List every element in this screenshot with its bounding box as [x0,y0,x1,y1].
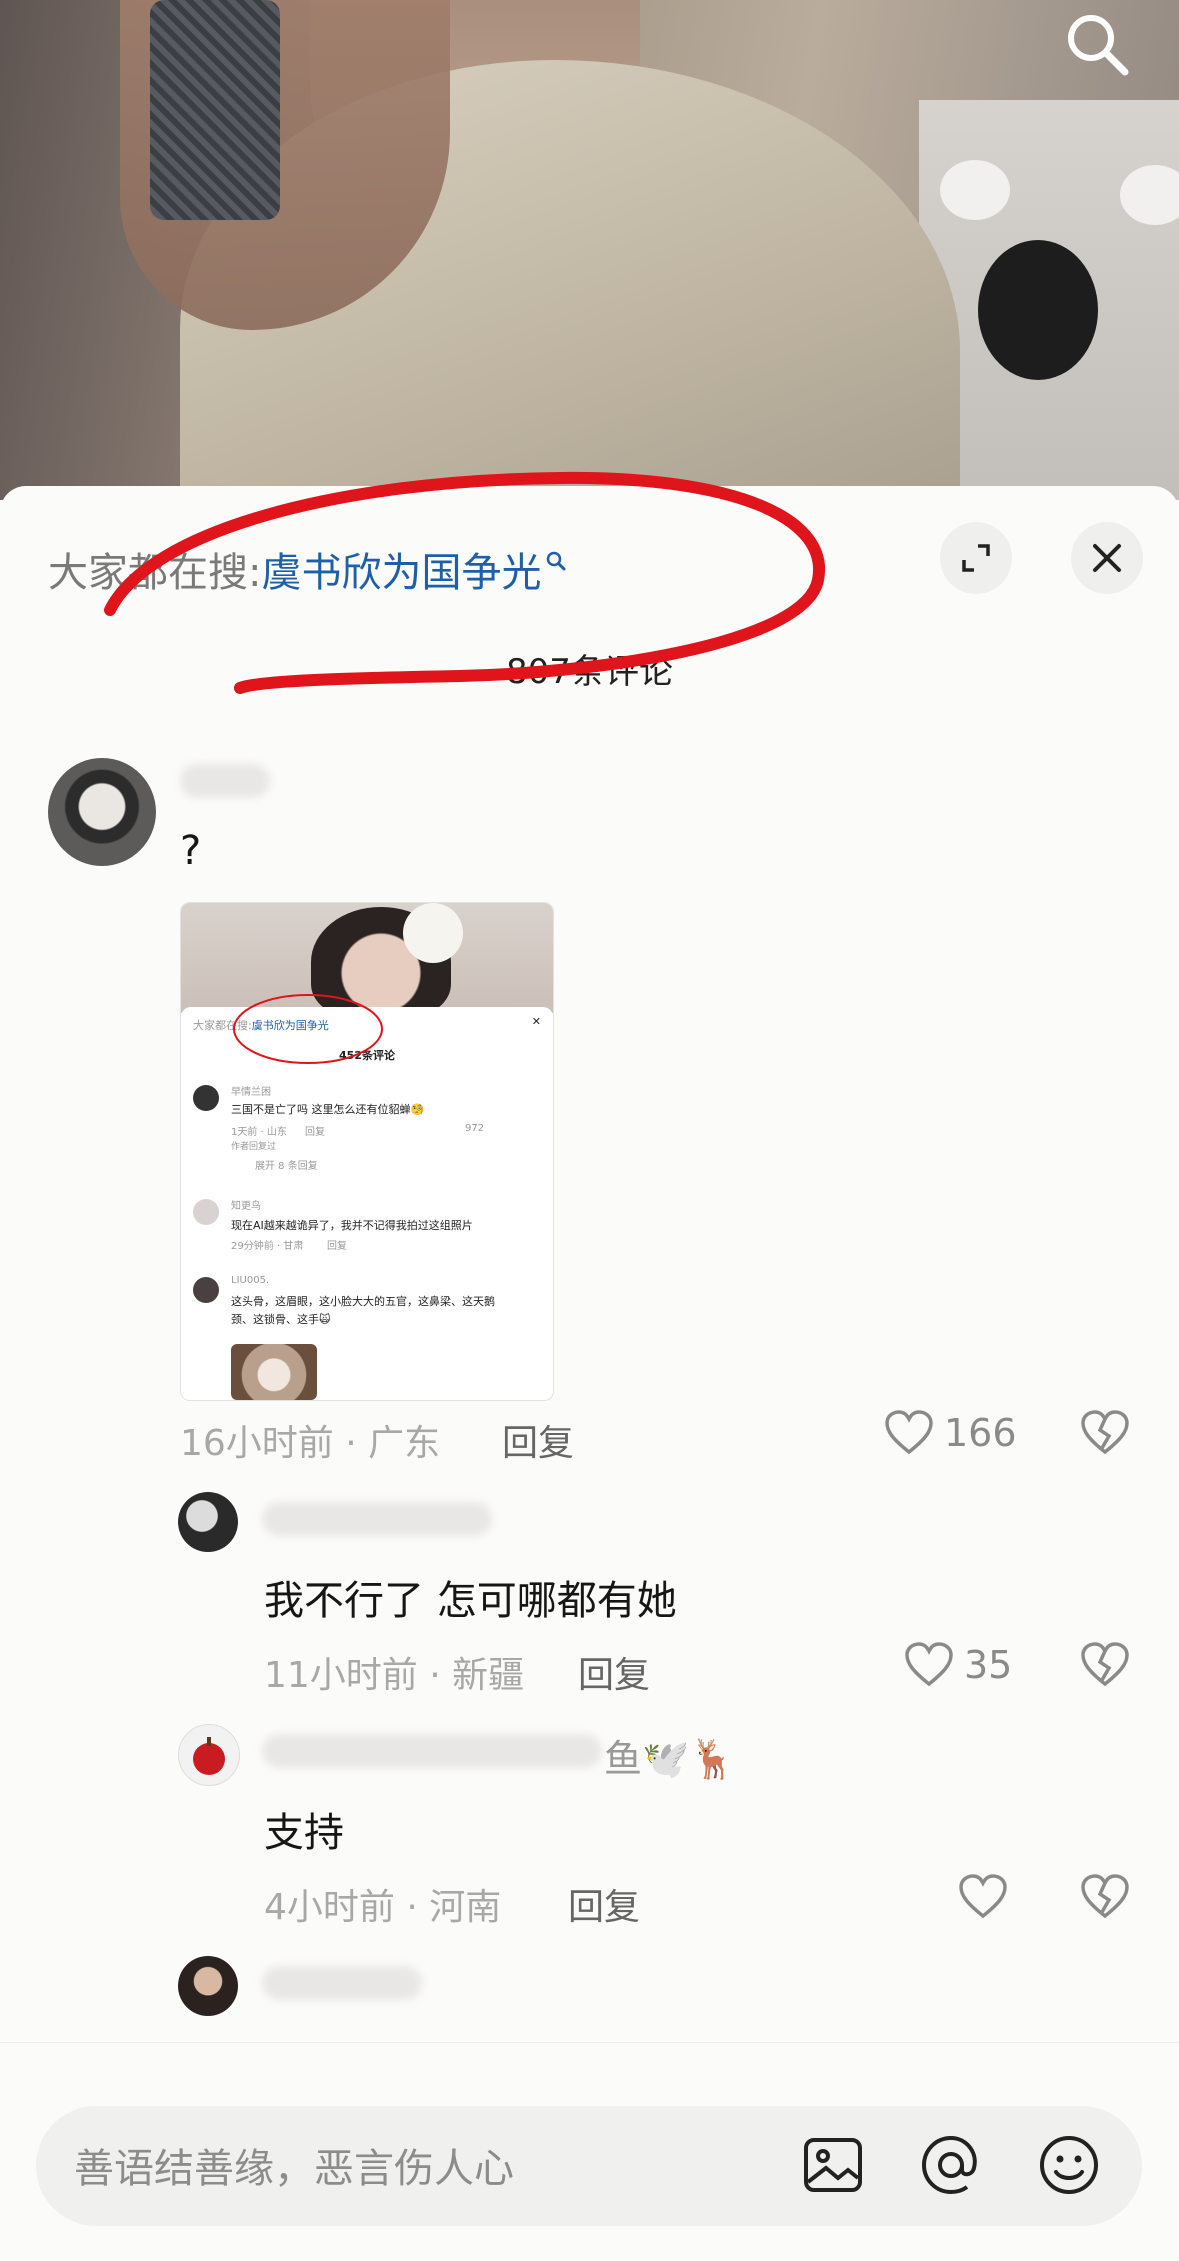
thumb-comment-text: 这头骨，这眉眼，这小脸大大的五官，这鼻梁、这天鹅 [231,1295,495,1308]
comment-text: 支持 [264,1810,344,1856]
avatar[interactable] [48,758,156,866]
trending-term-link[interactable]: 虞书欣为国争光 [261,550,541,596]
reply-button[interactable]: 回复 [502,1414,574,1466]
avatar[interactable] [178,1956,238,2016]
like-button[interactable]: 35 [904,1642,1012,1688]
search-icon [547,551,566,571]
thumb-comment-text: 现在AI越来越诡异了，我并不记得我拍过这组照片 [231,1219,473,1232]
heart-broken-icon [1081,1874,1129,1919]
username-suffix: 鱼🕊️🦌 [604,1737,737,1781]
dislike-button[interactable] [1080,1642,1130,1692]
blurred-username [262,1502,492,1536]
reply-button[interactable]: 回复 [568,1878,640,1930]
trending-search: 大家都在搜:虞书欣为国争光 [48,540,567,598]
thumb-meta: 1天前 · 山东 [231,1127,287,1138]
avatar[interactable] [178,1492,238,1552]
emoji-icon [1040,2136,1098,2194]
comment-text: ? [180,828,202,874]
blurred-username [262,1966,422,2000]
thumb-author-tag: 作者回复过 [231,1142,277,1152]
comment-sheet [0,486,1179,2261]
divider [0,2042,1179,2043]
like-count: 166 [944,1411,1017,1455]
blurred-username [262,1734,602,1768]
close-button[interactable] [1071,522,1143,594]
search-icon [1068,15,1129,76]
image-icon [804,2138,862,2192]
at-icon [921,2135,977,2195]
comment-time-location: 4小时前 · 河南 [264,1887,502,1928]
comment-image[interactable]: 大家都在搜:虞书欣为国争光 452条评论 ✕ 早情兰困 三国不是亡了吗 这里怎么… [180,902,554,1401]
thumb-avatar [193,1199,219,1225]
like-button[interactable]: 166 [884,1410,1017,1456]
heart-icon [905,1642,953,1687]
like-count: 35 [964,1643,1013,1687]
thumb-expand-replies: 展开 8 条回复 [255,1161,318,1172]
thumb-avatar [193,1277,219,1303]
heart-broken-icon [1081,1410,1129,1455]
expand-button[interactable] [940,522,1012,594]
thumb-likes: 972 [465,1123,485,1134]
dislike-button[interactable] [1080,1874,1130,1924]
comment-count: 807条评论 [506,652,673,692]
thumb-trending-term: 虞书欣为国争光 [251,1019,329,1032]
thumb-flower [403,903,463,963]
dislike-button[interactable] [1080,1410,1130,1460]
thumb-comment-text: 颈、这锁骨、这手🙀 [231,1313,331,1326]
thumb-avatar [193,1085,219,1111]
thumb-comment-count: 452条评论 [339,1049,395,1062]
expand-icon [962,544,990,572]
search-button[interactable] [1059,8,1139,78]
mention-button[interactable] [918,2132,984,2198]
apple-avatar-icon [193,1737,225,1775]
like-button[interactable] [958,1874,1018,1920]
image-button[interactable] [800,2132,866,2198]
thumb-meta: 29分钟前 · 甘肃 [231,1241,304,1252]
thumb-close-icon: ✕ [531,1015,541,1028]
reply-button[interactable]: 回复 [578,1646,650,1698]
heart-icon [959,1874,1007,1919]
heart-icon [885,1410,933,1455]
emoji-button[interactable] [1036,2132,1102,2198]
thumb-trending-prefix: 大家都在搜: [193,1019,252,1032]
heart-broken-icon [1081,1642,1129,1687]
comment-text: 我不行了 怎可哪都有她 [264,1578,677,1624]
blurred-username [180,764,270,798]
close-icon [1093,544,1121,572]
thumb-username: 早情兰困 [231,1087,271,1098]
thumb-username: LIU005. [231,1275,270,1286]
comment-time-location: 11小时前 · 新疆 [264,1655,525,1696]
comment-input[interactable]: 善语结善缘，恶言伤人心 [74,2136,514,2194]
wall-hook [940,160,1010,220]
video-background-photo [0,0,1179,500]
photo-phone [150,0,280,220]
avatar[interactable] [178,1724,240,1786]
round-object [978,240,1098,380]
comment-time-location: 16小时前 · 广东 [180,1423,441,1464]
thumb-cat-image [231,1344,317,1400]
thumb-trending: 大家都在搜:虞书欣为国争光 [193,1017,329,1033]
thumb-reply: 回复 [305,1127,325,1138]
thumb-comment-text: 三国不是亡了吗 这里怎么还有位貂蝉🧐 [231,1103,425,1116]
thumb-reply: 回复 [327,1241,347,1252]
trending-prefix: 大家都在搜: [48,550,262,596]
thumb-username: 知更鸟 [231,1201,261,1212]
